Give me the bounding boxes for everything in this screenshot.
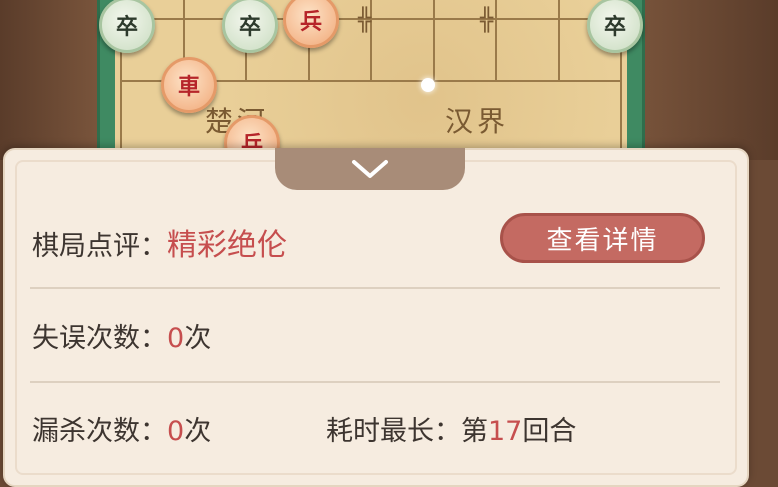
grid-line xyxy=(495,0,497,80)
mistakes-label: 失误次数： xyxy=(32,323,167,354)
position-mark-icon: ╬ xyxy=(480,8,494,33)
longest-time-suffix: 回合 xyxy=(522,416,577,447)
missed-kill-count: 0 xyxy=(167,416,185,447)
mistakes-row: 失误次数：0次 xyxy=(32,316,211,355)
review-row: 棋局点评：精彩绝伦 xyxy=(32,220,287,264)
river-label-han: 汉界 xyxy=(445,105,510,138)
longest-time-label: 耗时最长： xyxy=(326,416,461,447)
move-target-marker[interactable] xyxy=(421,78,435,92)
mistakes-count: 0 xyxy=(167,323,185,354)
chevron-down-icon xyxy=(352,160,388,178)
mistakes-unit: 次 xyxy=(184,323,212,354)
missed-kill-unit: 次 xyxy=(184,416,212,447)
divider xyxy=(30,287,720,289)
review-value: 精彩绝伦 xyxy=(167,228,287,263)
view-details-button[interactable]: 查看详情 xyxy=(500,213,705,263)
review-label: 棋局点评： xyxy=(32,231,167,262)
longest-time-value: 17 xyxy=(488,416,523,447)
position-mark-icon: ╬ xyxy=(358,8,372,33)
longest-time-prefix: 第 xyxy=(461,416,488,447)
grid-line xyxy=(433,0,435,80)
missed-kill-row: 漏杀次数：0次 xyxy=(32,409,211,448)
collapse-button[interactable] xyxy=(275,148,465,190)
wood-background-left xyxy=(0,0,100,160)
wood-background-right xyxy=(628,0,778,160)
longest-time-row: 耗时最长：第17回合 xyxy=(326,409,576,448)
piece-chariot-red[interactable]: 車 xyxy=(161,57,217,113)
divider xyxy=(30,381,720,383)
missed-kill-label: 漏杀次数： xyxy=(32,416,167,447)
grid-line xyxy=(558,0,560,80)
